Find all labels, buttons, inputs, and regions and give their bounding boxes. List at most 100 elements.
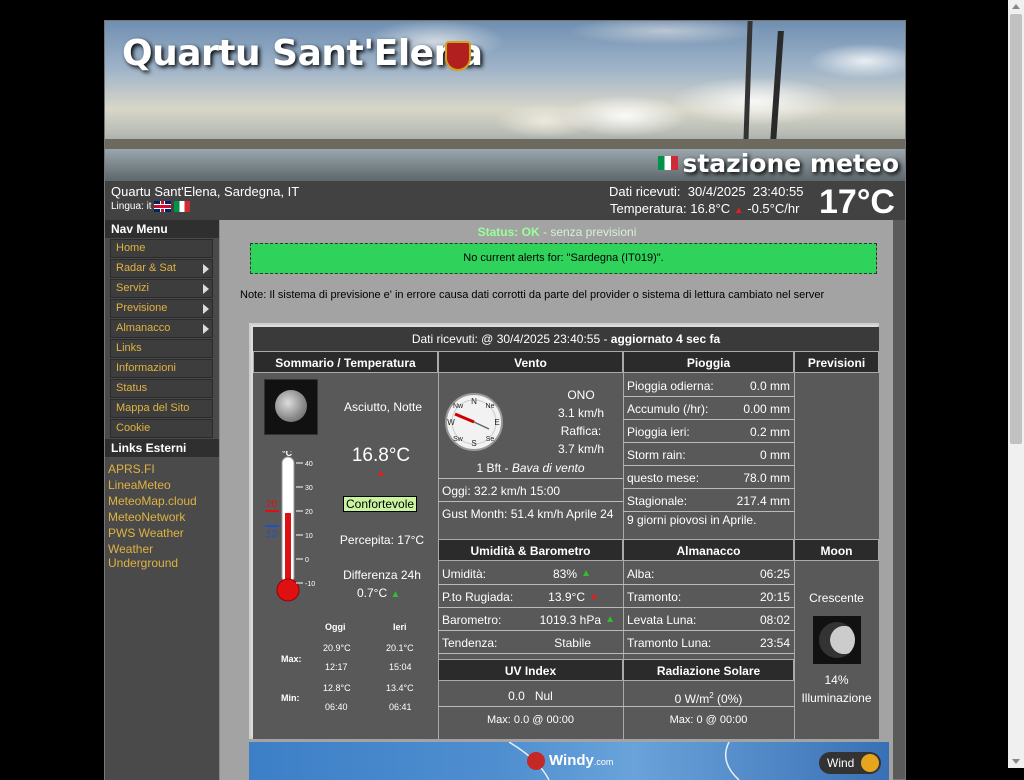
nav-item-almanacco[interactable]: Almanacco [110, 319, 213, 338]
site-subtitle: stazione meteo [658, 149, 899, 178]
external-link-pws-weather[interactable]: PWS Weather [105, 525, 219, 541]
max-yesterday-time: 15:04 [389, 662, 412, 672]
nav-item-label: Radar & Sat [116, 262, 176, 274]
nav-menu-header: Nav Menu [105, 220, 219, 238]
nav-item-informazioni[interactable]: Informazioni [110, 359, 213, 378]
svg-text:13: 13 [266, 529, 278, 540]
forecast-note: Note: Il sistema di previsione e' in err… [240, 289, 825, 301]
external-link-weather-underground[interactable]: Weather Underground [105, 541, 219, 571]
nav-item-label: Almanacco [116, 322, 171, 334]
svg-text:20: 20 [266, 499, 278, 510]
moon-phase: Crescente [809, 591, 864, 605]
wind-compass-icon: N Nw Ne W E Sw Se S [443, 391, 505, 453]
comfort-badge: Confortevole [343, 496, 418, 512]
nav-item-links[interactable]: Links [110, 339, 213, 358]
header-banner: Quartu Sant'Elena stazione meteo [105, 21, 905, 181]
rain-row: Pioggia odierna: 0.0 mm [623, 375, 794, 397]
rain-label: Pioggia ieri: [627, 425, 690, 439]
nav-item-previsione[interactable]: Previsione [110, 299, 213, 318]
solar-pct: (0%) [713, 692, 743, 706]
nav-item-cookie[interactable]: Cookie [110, 419, 213, 438]
nav-item-label: Home [116, 242, 146, 254]
humidity-row: Umidità: 83% ▲ [438, 563, 623, 585]
sidebar: Nav Menu Home Radar & Sat Servizi Prevision… [105, 220, 219, 780]
site-title[interactable]: Quartu Sant'Elena [122, 33, 483, 74]
diff-24h-number: 0.7°C [357, 586, 388, 600]
svg-text:E: E [494, 418, 499, 427]
almanac-label: Levata Luna: [627, 613, 697, 627]
rain-value: 0.00 mm [743, 402, 790, 416]
external-link-lineameteo[interactable]: LineaMeteo [105, 477, 219, 493]
rain-row: Pioggia ieri: 0.2 mm [623, 421, 794, 443]
thermo-scale-label: -10 [305, 581, 315, 588]
scroll-down-icon[interactable] [1012, 759, 1020, 764]
nav-item-radar-sat[interactable]: Radar & Sat [110, 259, 213, 278]
nav-item-label: Mappa del Sito [116, 402, 190, 414]
rain-label: Accumulo (/hr): [627, 402, 709, 416]
nav-item-servizi[interactable]: Servizi [110, 279, 213, 298]
trend-arrow-icon: ▲ [605, 614, 615, 625]
nav-item-home[interactable]: Home [110, 239, 213, 258]
thermo-scale-label: 40 [305, 461, 313, 468]
moon-illumination-label: Illuminazione [801, 691, 872, 705]
main-content: Status: OK - senza previsioni No current… [219, 220, 893, 780]
external-link-aprs-fi[interactable]: APRS.FI [105, 461, 219, 477]
wind-today: Oggi: 32.2 km/h 15:00 [442, 484, 561, 498]
nav-item-status[interactable]: Status [110, 379, 213, 398]
moon-night-icon [264, 379, 318, 435]
language-selector: Lingua: it [111, 201, 191, 213]
rain-row: Storm rain: 0 mm [623, 444, 794, 466]
language-label: Lingua: it [111, 201, 152, 213]
page-frame: Quartu Sant'Elena stazione meteo Quartu … [104, 20, 906, 780]
rain-days-row: 9 giorni piovosi in Aprile. [623, 509, 794, 531]
received-time: 23:40:55 [752, 184, 804, 199]
alert-box: No current alerts for: "Sardegna (IT019)… [250, 243, 877, 274]
wind-header: Vento [438, 351, 623, 373]
humidity-label: Umidità: [442, 567, 487, 581]
nav-item-mappa-del-sito[interactable]: Mappa del Sito [110, 399, 213, 418]
min-yesterday-time: 06:41 [389, 702, 412, 712]
minmax-today-head: Oggi [325, 622, 346, 632]
solar-max: Max: 0 @ 00:00 [669, 714, 748, 726]
nav-item-label: Servizi [116, 282, 150, 294]
external-link-meteomap-cloud[interactable]: MeteoMap.cloud [105, 493, 219, 509]
beaufort-value: 1 Bft - [476, 461, 512, 475]
windy-layer-button[interactable]: Wind [819, 752, 881, 774]
humidity-value: 1019.3 hPa [539, 613, 601, 627]
rain-label: Storm rain: [627, 448, 686, 462]
almanac-row: Tramonto: 20:15 [623, 586, 794, 608]
english-flag-icon[interactable] [154, 201, 172, 212]
italian-flag-icon[interactable] [174, 201, 191, 212]
nav-item-label: Cookie [116, 422, 151, 434]
submenu-arrow-icon [203, 324, 209, 334]
max-today-time: 12:17 [325, 662, 348, 672]
almanac-row: Tramonto Luna: 23:54 [623, 632, 794, 654]
thermo-scale-label: 30 [305, 485, 313, 492]
diff-24h-label: Differenza 24h [343, 568, 421, 582]
min-today: 12.8°C [323, 683, 351, 693]
windy-brand-text: Windy [549, 752, 594, 769]
feels-like: Percepita: 17°C [339, 533, 425, 547]
external-links-header: Links Esterni [105, 439, 219, 457]
humidity-header: Umidità & Barometro [438, 539, 623, 561]
temperature-rate: -0.5°C/hr [747, 201, 800, 216]
thermo-scale-label: 0 [305, 557, 309, 564]
status-sub: - senza previsioni [542, 225, 637, 239]
windy-logo-icon [527, 752, 545, 770]
scroll-up-icon[interactable] [1012, 4, 1020, 9]
min-today-time: 06:40 [325, 702, 348, 712]
external-link-meteonetwork[interactable]: MeteoNetwork [105, 509, 219, 525]
humidity-label: P.to Rugiada: [442, 590, 514, 604]
humidity-row: Tendenza: Stabile [438, 632, 623, 654]
svg-text:N: N [471, 397, 477, 406]
humidity-row: Barometro: 1019.3 hPa ▲ [438, 609, 623, 631]
humidity-row: P.to Rugiada: 13.9°C ▲ [438, 586, 623, 608]
windy-brand[interactable]: Windy.com [549, 752, 613, 769]
windy-map-widget[interactable]: Windy.com Wind [249, 742, 889, 780]
wind-layer-icon [861, 754, 879, 772]
wind-speed: 3.1 km/h [557, 406, 605, 420]
min-yesterday: 13.4°C [386, 683, 414, 693]
svg-text:Se: Se [486, 436, 495, 443]
scroll-thumb[interactable] [1010, 14, 1022, 444]
page-scrollbar[interactable] [1008, 0, 1024, 768]
